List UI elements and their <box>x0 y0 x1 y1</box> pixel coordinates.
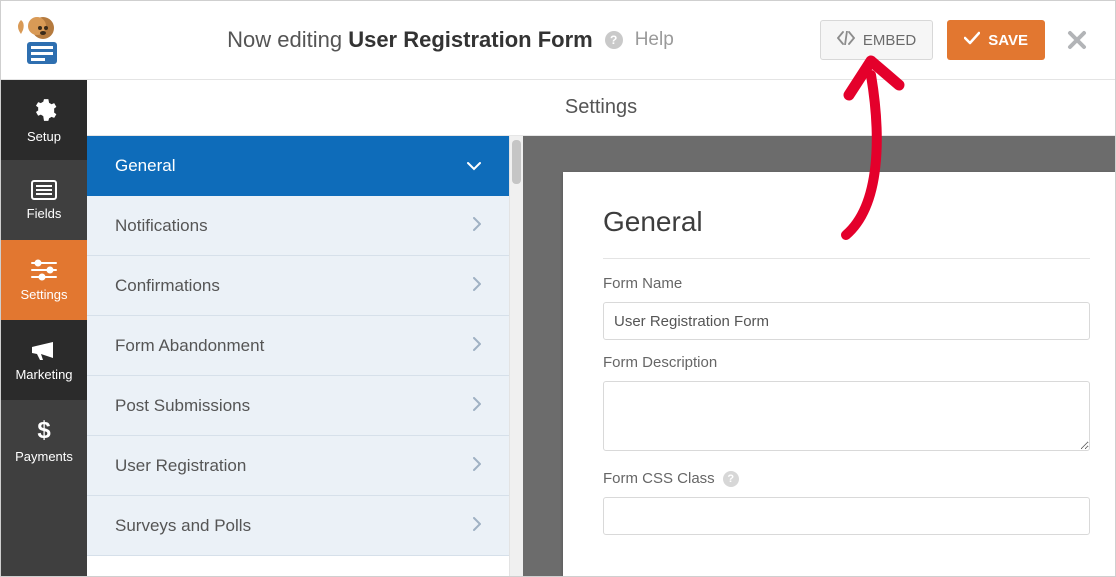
form-css-class-input[interactable] <box>603 497 1090 535</box>
nav-label: Fields <box>27 206 62 221</box>
chevron-right-icon <box>473 396 481 416</box>
nav-label: Setup <box>27 129 61 144</box>
dollar-icon: $ <box>35 417 53 443</box>
now-editing-text: Now editing User Registration Form <box>227 27 593 53</box>
help-icon[interactable]: ? <box>605 31 623 49</box>
settings-item-form-abandonment[interactable]: Form Abandonment <box>87 316 509 376</box>
nav-label: Marketing <box>15 367 72 382</box>
chevron-right-icon <box>473 456 481 476</box>
nav-setup[interactable]: Setup <box>1 80 87 160</box>
settings-header: Settings <box>87 80 1115 136</box>
settings-item-label: Post Submissions <box>115 396 250 416</box>
chevron-right-icon <box>473 216 481 236</box>
chevron-right-icon <box>473 516 481 536</box>
settings-item-surveys-polls[interactable]: Surveys and Polls <box>87 496 509 556</box>
code-icon <box>837 31 855 49</box>
settings-item-notifications[interactable]: Notifications <box>87 196 509 256</box>
close-button[interactable] <box>1059 30 1095 50</box>
nav-marketing[interactable]: Marketing <box>1 320 87 400</box>
settings-item-label: Surveys and Polls <box>115 516 251 536</box>
divider <box>603 258 1090 259</box>
settings-list-scrollbar[interactable] <box>509 136 523 576</box>
nav-settings[interactable]: Settings <box>1 240 87 320</box>
embed-button[interactable]: EMBED <box>820 20 933 60</box>
megaphone-icon <box>30 339 58 361</box>
settings-item-label: Confirmations <box>115 276 220 296</box>
chevron-down-icon <box>467 156 481 176</box>
svg-text:$: $ <box>37 417 51 443</box>
nav-fields[interactable]: Fields <box>1 160 87 240</box>
settings-item-label: User Registration <box>115 456 246 476</box>
nav-label: Payments <box>15 449 73 464</box>
help-icon[interactable]: ? <box>723 471 739 487</box>
wpforms-logo <box>1 1 81 80</box>
form-css-class-label: Form CSS Class ? <box>603 470 1090 487</box>
settings-item-user-registration[interactable]: User Registration <box>87 436 509 496</box>
editing-form-title: User Registration Form <box>348 27 593 52</box>
settings-item-label: Notifications <box>115 216 208 236</box>
chevron-right-icon <box>473 336 481 356</box>
settings-item-confirmations[interactable]: Confirmations <box>87 256 509 316</box>
settings-item-label: Form Abandonment <box>115 336 264 356</box>
check-icon <box>964 31 980 49</box>
general-settings-card: General Form Name Form Description Form … <box>563 172 1115 576</box>
form-description-label: Form Description <box>603 354 1090 371</box>
settings-preview-area: General Form Name Form Description Form … <box>523 136 1115 576</box>
settings-item-label: General <box>115 156 175 176</box>
builder-nav: Setup Fields Settings Marketing <box>1 80 87 576</box>
embed-button-label: EMBED <box>863 32 916 49</box>
gear-icon <box>31 97 57 123</box>
scrollbar-thumb[interactable] <box>512 140 521 184</box>
chevron-right-icon <box>473 276 481 296</box>
help-link[interactable]: Help <box>635 29 674 51</box>
save-button-label: SAVE <box>988 32 1028 49</box>
settings-item-post-submissions[interactable]: Post Submissions <box>87 376 509 436</box>
nav-payments[interactable]: $ Payments <box>1 400 87 480</box>
sliders-icon <box>30 259 58 281</box>
general-title: General <box>603 206 1090 238</box>
save-button[interactable]: SAVE <box>947 20 1045 60</box>
nav-label: Settings <box>21 287 68 302</box>
top-bar: Now editing User Registration Form ? Hel… <box>1 1 1115 80</box>
form-name-label: Form Name <box>603 275 1090 292</box>
form-description-input[interactable] <box>603 381 1090 451</box>
close-icon <box>1067 30 1087 50</box>
settings-list: General Notifications Confirmations <box>87 136 523 576</box>
form-name-input[interactable] <box>603 302 1090 340</box>
list-icon <box>31 180 57 200</box>
settings-item-general[interactable]: General <box>87 136 509 196</box>
